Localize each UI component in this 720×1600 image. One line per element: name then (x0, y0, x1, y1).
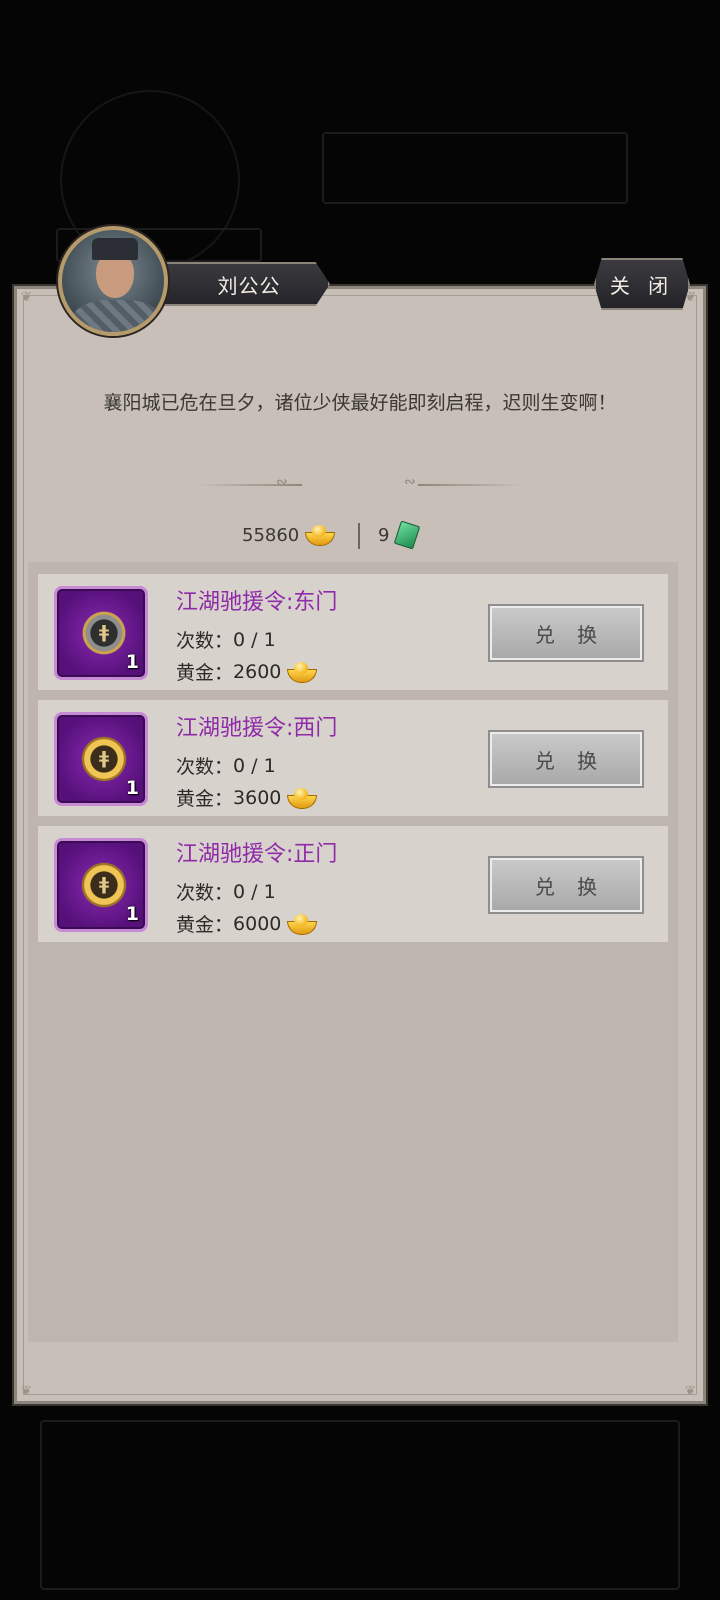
divider-ornament-icon: ∾ (276, 474, 288, 490)
exchange-button[interactable]: 兑 换 (490, 606, 642, 660)
times-value: 0 / 1 (233, 880, 276, 903)
price-value: 6000 (233, 912, 282, 935)
price-value: 3600 (233, 786, 282, 809)
npc-message: 襄阳城已危在旦夕，诸位少侠最好能即刻启程，迟则生变啊！ (103, 392, 617, 414)
npc-name-plate: 刘公公 (150, 262, 330, 306)
exchange-button-label: 兑 换 (534, 874, 606, 899)
gold-ingot-icon (287, 913, 318, 935)
item-price: 黄金： 2600 (176, 658, 318, 685)
times-value: 0 / 1 (233, 628, 276, 651)
corner-ornament-icon: ❦ (21, 1384, 32, 1399)
price-value: 2600 (233, 660, 282, 683)
times-label: 次数： (176, 882, 234, 904)
corner-ornament-icon: ❦ (21, 290, 32, 305)
exchange-button-label: 兑 换 (534, 622, 606, 647)
item-times: 次数： 0 / 1 (176, 752, 276, 779)
token-medal-icon: ǂ (77, 605, 131, 661)
token-medal-icon: ǂ (77, 857, 131, 913)
times-value: 0 / 1 (233, 754, 276, 777)
gold-ingot-icon (305, 524, 336, 546)
times-label: 次数： (176, 756, 234, 778)
token-glyph-icon: ǂ (99, 622, 109, 643)
jade-token-icon (394, 520, 421, 550)
background-panel (40, 1420, 680, 1590)
item-count: 1 (125, 777, 139, 799)
currency-separator (358, 523, 360, 549)
divider-right (418, 484, 522, 486)
item-times: 次数： 0 / 1 (176, 626, 276, 653)
jade-balance-value: 9 (378, 524, 390, 546)
token-glyph-icon: ǂ (99, 874, 109, 895)
token-medal-icon: ǂ (77, 731, 131, 787)
close-button[interactable]: 关 闭 (594, 258, 690, 310)
npc-name: 刘公公 (217, 273, 281, 298)
npc-portrait-avatar (58, 226, 168, 336)
background-panel (322, 132, 628, 204)
jade-balance: 9 (378, 520, 421, 550)
close-button-label: 关 闭 (609, 273, 675, 298)
price-label: 黄金： (176, 914, 234, 936)
item-icon-frame[interactable]: ǂ 1 (54, 838, 148, 932)
item-price: 黄金： 3600 (176, 784, 318, 811)
gold-ingot-icon (287, 661, 318, 683)
times-label: 次数： (176, 630, 234, 652)
item-icon-frame[interactable]: ǂ 1 (54, 712, 148, 806)
item-title: 江湖驰援令:西门 (176, 716, 338, 741)
token-glyph-icon: ǂ (99, 748, 109, 769)
exchange-button[interactable]: 兑 换 (490, 858, 642, 912)
gold-balance-value: 55860 (242, 524, 300, 546)
exchange-item-row: ǂ 1 江湖驰援令:东门 次数： 0 / 1 黄金： 2600 兑 换 (38, 574, 668, 690)
item-times: 次数： 0 / 1 (176, 878, 276, 905)
portrait-robe (72, 300, 162, 332)
divider-ornament-icon: ∾ (404, 474, 416, 490)
item-count: 1 (125, 651, 139, 673)
item-title: 江湖驰援令:东门 (176, 590, 338, 615)
item-title: 江湖驰援令:正门 (176, 842, 338, 867)
corner-ornament-icon: ❦ (685, 1384, 696, 1399)
exchange-item-row: ǂ 1 江湖驰援令:正门 次数： 0 / 1 黄金： 6000 兑 换 (38, 826, 668, 942)
portrait-hat (92, 238, 138, 260)
item-icon-frame[interactable]: ǂ 1 (54, 586, 148, 680)
price-label: 黄金： (176, 662, 234, 684)
exchange-button-label: 兑 换 (534, 748, 606, 773)
item-price: 黄金： 6000 (176, 910, 318, 937)
exchange-button[interactable]: 兑 换 (490, 732, 642, 786)
price-label: 黄金： (176, 788, 234, 810)
gold-balance: 55860 (242, 520, 336, 550)
item-count: 1 (125, 903, 139, 925)
gold-ingot-icon (287, 787, 318, 809)
exchange-item-row: ǂ 1 江湖驰援令:西门 次数： 0 / 1 黄金： 3600 兑 换 (38, 700, 668, 816)
